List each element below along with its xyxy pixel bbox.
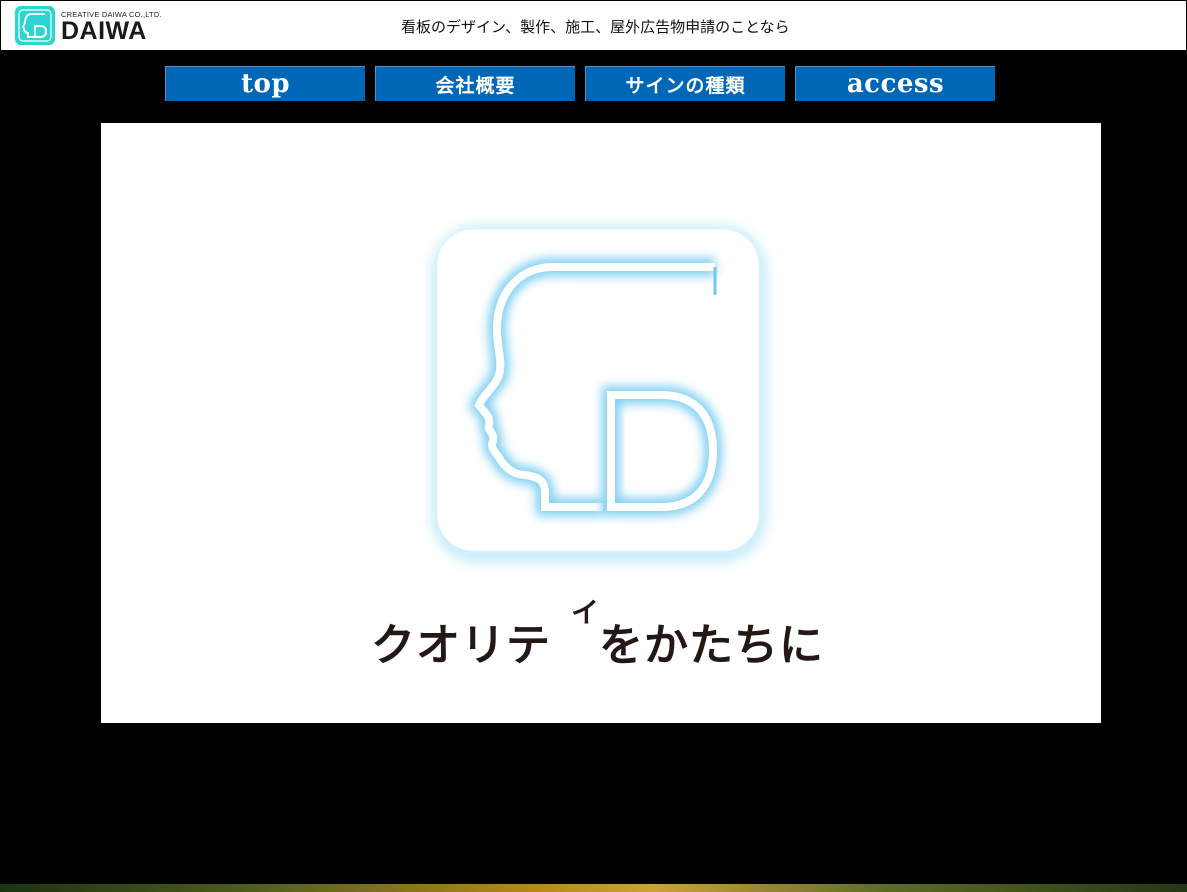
cd-logo-icon: [15, 6, 55, 45]
site-logo[interactable]: CREATIVE DAIWA CO.,LTD. DAIWA: [15, 6, 175, 46]
logo-brand-name: DAIWA: [61, 17, 147, 45]
nav-company-profile[interactable]: 会社概要: [375, 66, 575, 101]
header-tagline: 看板のデザイン、製作、施工、屋外広告物申請のことなら: [401, 18, 790, 36]
slogan-part-2: イ: [571, 596, 600, 629]
nav-top[interactable]: top: [165, 66, 365, 101]
hero-slogan: クオリテ イ をかたちに: [371, 595, 841, 671]
cd-face-logo-icon: [434, 228, 764, 560]
nav-sign-types[interactable]: サインの種類: [585, 66, 785, 101]
site-header: CREATIVE DAIWA CO.,LTD. DAIWA 看板のデザイン、製作…: [1, 1, 1186, 50]
footer-glow-strip: [0, 884, 1187, 892]
slogan-part-3: をかたちに: [599, 620, 824, 671]
slogan-part-1: クオリテ: [371, 620, 551, 671]
hero-banner: クオリテ イ をかたちに: [101, 123, 1101, 723]
main-nav: top 会社概要 サインの種類 access: [165, 66, 995, 102]
nav-access[interactable]: access: [795, 66, 995, 101]
